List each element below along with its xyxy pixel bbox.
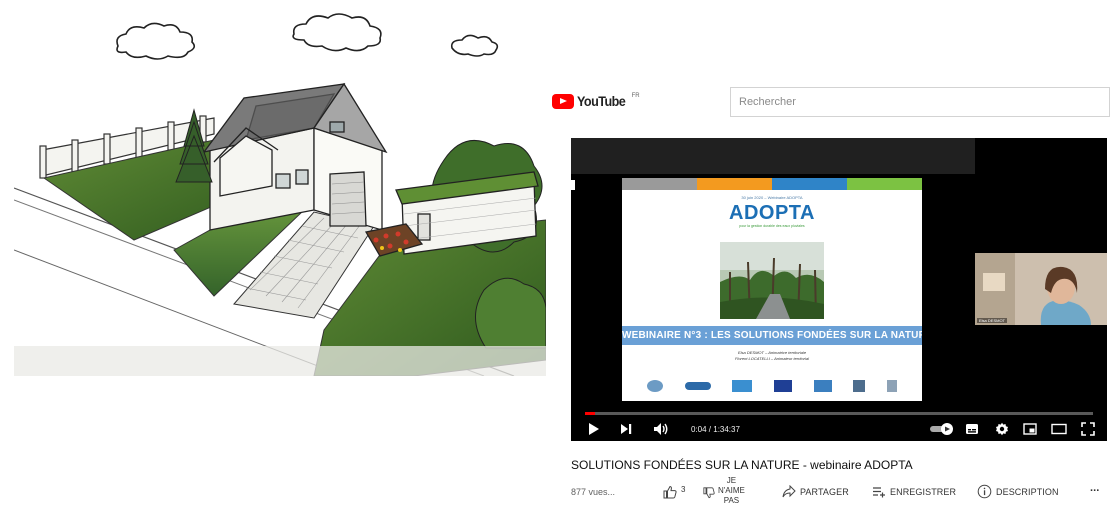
search-input[interactable] [731,88,1109,116]
share-label: PARTAGER [800,486,849,497]
color-bar-green [847,178,922,190]
thumbs-down-icon [703,487,715,499]
color-bar-orange [697,178,772,190]
description-label: DESCRIPTION [996,486,1059,497]
youtube-header: YouTube FR [548,80,1110,120]
autoplay-toggle[interactable] [929,420,955,438]
search-box [730,87,1110,117]
slide-photo [720,242,824,319]
next-icon [621,424,632,434]
video-player[interactable]: 30 juin 2020 – Webinaire ADOPTA ADOPTA p… [571,138,1107,441]
adopta-logo: ADOPTA [729,202,815,224]
settings-button[interactable] [995,420,1009,438]
more-actions-button[interactable]: ... [1086,482,1099,494]
slide-banner: WEBINAIRE N°3 : LES SOLUTIONS FONDÉES SU… [622,326,922,345]
time-display: 0:04 / 1:34:37 [691,425,740,434]
partner-logo-7 [887,380,898,392]
share-icon [782,485,796,498]
player-controls: 0:04 / 1:34:37 [571,418,1107,441]
fullscreen-icon [1081,422,1095,436]
thumbs-up-icon [663,485,677,499]
color-bar-gray [622,178,697,190]
play-icon [589,423,599,435]
dislike-button[interactable]: JE N'AIME PAS [703,476,745,506]
like-button[interactable]: 3 [663,485,686,499]
presentation-slide: 30 juin 2020 – Webinaire ADOPTA ADOPTA p… [622,178,922,401]
share-button[interactable]: PARTAGER [782,485,849,498]
partner-logo-4 [773,380,792,392]
slide-authors: Elsa DESMOT – Animatrice territoriale Fl… [622,350,922,362]
description-button[interactable]: DESCRIPTION [977,484,1059,499]
dislike-label-line-2: N'AIME [718,486,745,495]
webcam-name-label: Elsa DESMOT [977,318,1008,323]
slide-color-bar [622,178,922,190]
save-button[interactable]: ENREGISTRER [872,485,956,498]
autoplay-toggle-icon [930,423,953,435]
fullscreen-button[interactable] [1081,420,1095,438]
dislike-label-line-3: PAS [723,496,740,505]
dislike-label: JE N'AIME PAS [718,476,745,506]
volume-button[interactable] [653,420,669,438]
adopta-logo-subtitle: pour la gestion durable des eaux pluvial… [739,224,805,228]
theater-mode-icon [1051,423,1067,435]
partner-logo-5 [813,380,832,392]
add-to-playlist-icon [873,487,885,498]
progress-bar[interactable] [585,412,1093,415]
youtube-logo[interactable]: YouTube FR [552,93,640,109]
more-actions-icon: ... [1090,482,1100,494]
subtitles-icon [966,424,978,434]
theater-mode-button[interactable] [1051,420,1067,438]
save-label: ENREGISTRER [890,486,957,497]
slide-author-2: Florent LOCATELLI – Animateur territoria… [734,356,810,361]
region-code: FR [631,93,640,99]
partner-logo-1 [646,380,663,392]
gear-icon [996,422,1008,436]
play-button[interactable] [587,420,601,438]
webcam-image [975,253,1107,325]
info-icon [977,484,992,499]
partner-logo-6 [853,380,866,392]
miniplayer-icon [1023,423,1037,435]
house-illustration [14,0,546,376]
view-count: 877 vues... [571,487,616,497]
video-title: SOLUTIONS FONDÉES SUR LA NATURE - webina… [571,458,913,472]
partner-logo-2 [684,382,711,390]
youtube-window: YouTube FR 30 juin 2020 – Webinaire ADOP… [548,80,1110,516]
player-edge-marker [571,180,575,190]
progress-bar-fill [585,412,596,415]
illustration-drawing [14,13,546,376]
slide-partner-logos [622,376,922,396]
player-top-overlay [571,138,975,174]
miniplayer-button[interactable] [1023,420,1037,438]
webcam-feed: Elsa DESMOT [975,253,1107,325]
youtube-play-icon [552,93,574,109]
like-count: 3 [681,484,686,494]
next-button[interactable] [619,420,633,438]
video-actions: 877 vues... 3 JE N'AIME PAS PARTAGER ENR… [571,476,1110,516]
volume-icon [654,423,668,435]
subtitles-button[interactable] [965,420,979,438]
partner-logo-3 [732,380,753,392]
dislike-label-line-1: JE [726,476,737,485]
slide-date-line: 30 juin 2020 – Webinaire ADOPTA [741,195,803,200]
youtube-wordmark: YouTube [577,93,626,109]
color-bar-blue [772,178,847,190]
